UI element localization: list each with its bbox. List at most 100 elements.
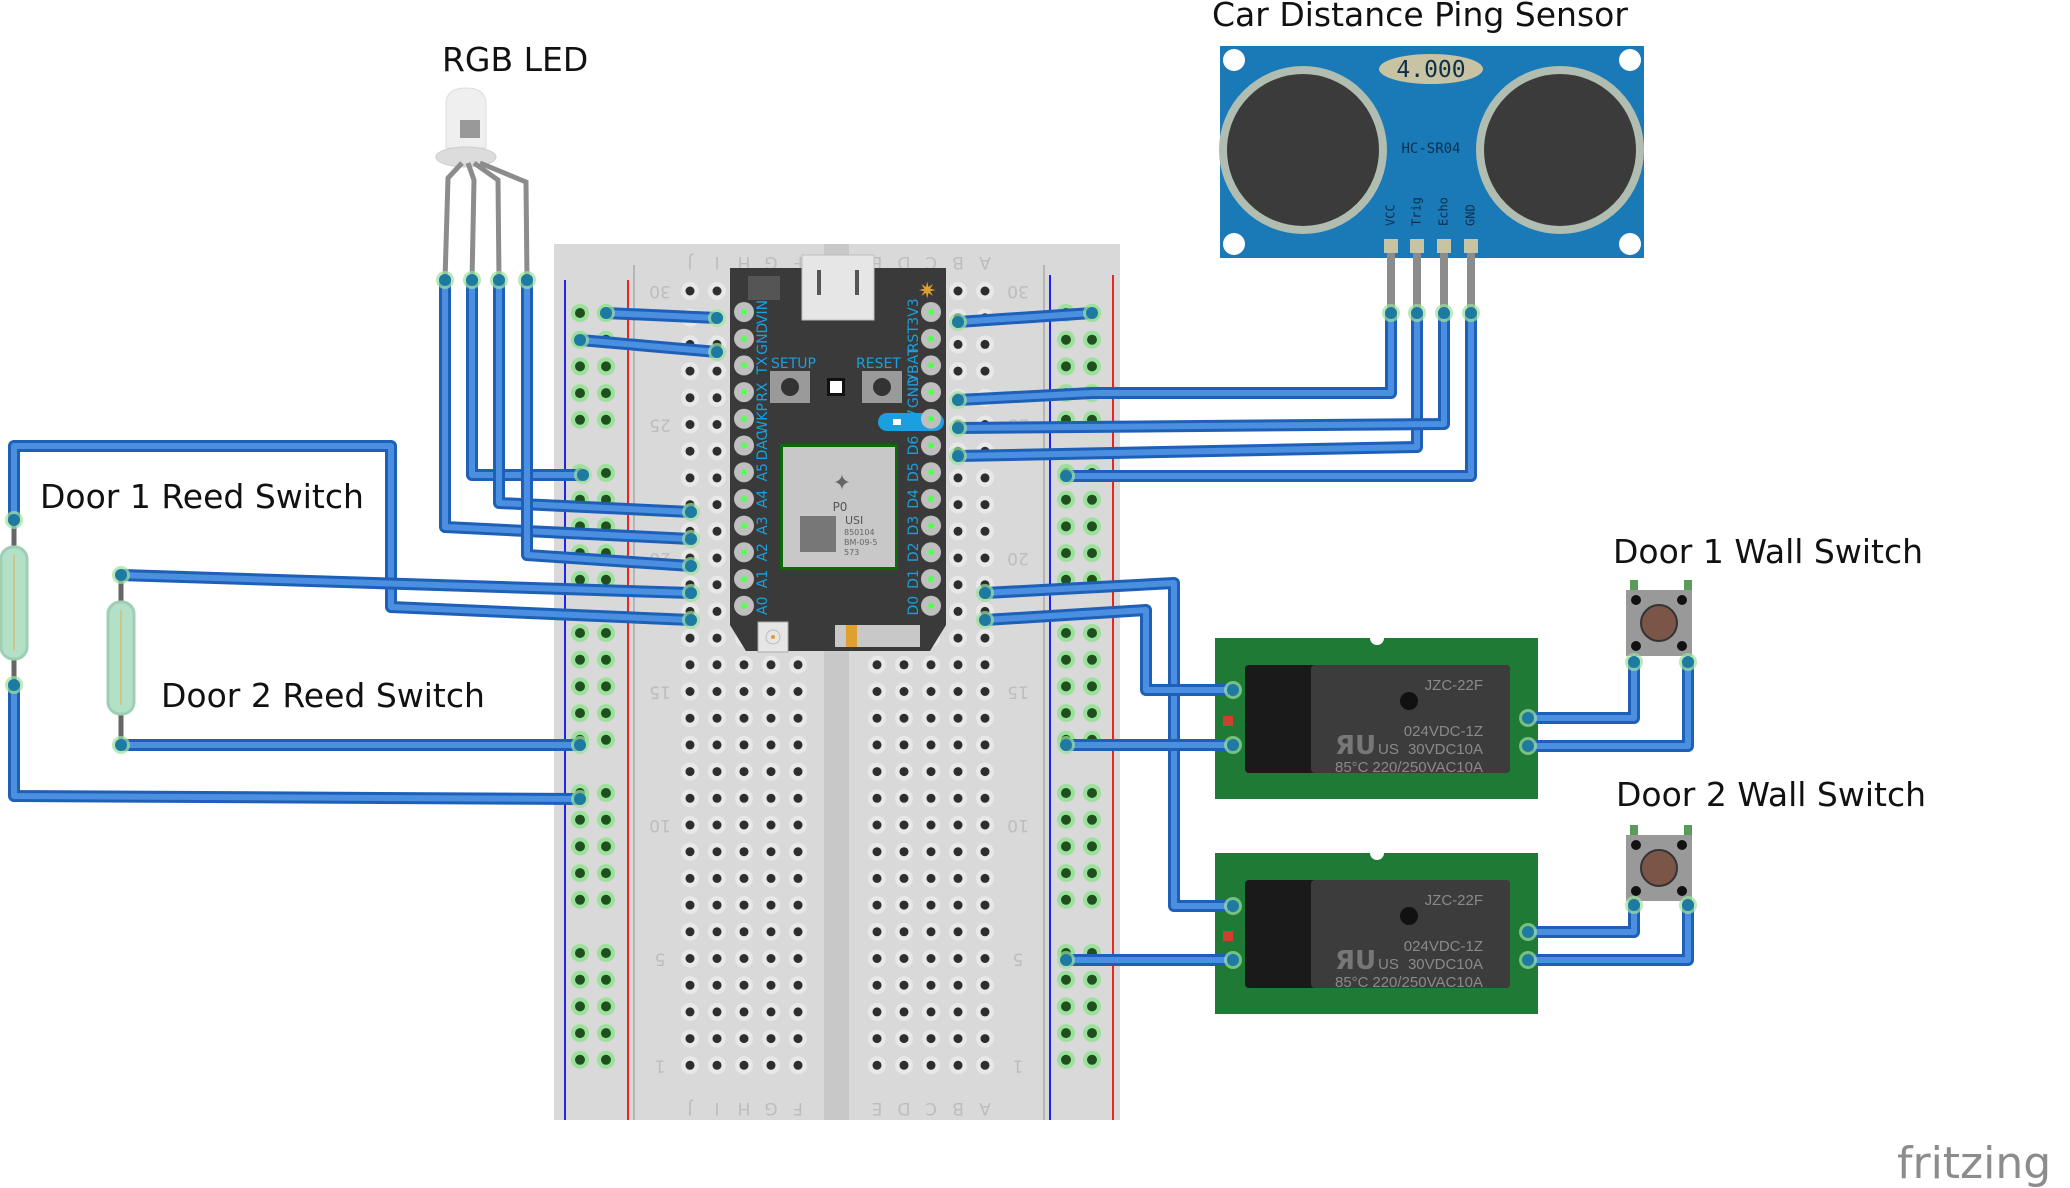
sensor-label: Car Distance Ping Sensor	[1212, 0, 1628, 34]
pin-label: D4	[906, 489, 922, 509]
pin-label: D0	[906, 596, 922, 616]
reed-switch-1	[0, 520, 29, 685]
transmitter-transducer	[1219, 66, 1387, 234]
wall-switch-1[interactable]	[1626, 580, 1692, 656]
relay-text: 30VDC10A	[1408, 741, 1483, 758]
pin-label: RX	[755, 382, 771, 402]
column-letter: I	[714, 1098, 719, 1118]
usb-connector	[801, 254, 875, 321]
reed2-label: Door 2 Reed Switch	[161, 676, 485, 715]
button-screw	[1677, 886, 1687, 896]
fritzing-logo: fritzing	[1897, 1138, 2051, 1188]
pin-label: 3V3	[906, 298, 922, 325]
pin-label: TX	[755, 356, 771, 376]
led-leg	[472, 160, 502, 281]
button-screw	[1677, 595, 1687, 605]
reed1-label: Door 1 Reed Switch	[40, 477, 364, 516]
column-letter: B	[952, 252, 964, 272]
led-die	[460, 120, 480, 138]
module-star-icon: ✦	[833, 471, 851, 496]
pin-label: D2	[906, 542, 922, 562]
relay-led	[1223, 931, 1233, 941]
wire	[1522, 656, 1694, 752]
module-brand: USI	[845, 514, 863, 527]
notch	[1370, 631, 1384, 645]
column-letter: H	[738, 1098, 751, 1118]
button-screw	[1631, 595, 1641, 605]
sensor-pin-label: GND	[1464, 204, 1478, 226]
button-screw	[1677, 840, 1687, 850]
reed-switch-2	[106, 575, 136, 745]
pin-label: D1	[906, 569, 922, 589]
row-number: 30	[1007, 281, 1029, 301]
led-leg	[479, 160, 530, 281]
rgb-led	[435, 87, 530, 281]
row-number: 15	[1007, 682, 1029, 702]
led-label: RGB LED	[442, 40, 588, 79]
button-cap[interactable]	[1640, 849, 1678, 887]
column-letter: J	[687, 1098, 693, 1118]
mount-hole	[1223, 49, 1245, 71]
relay-text: 85°C	[1335, 974, 1369, 991]
ul-logo-icon: ЯU	[1335, 946, 1376, 976]
wall1-label: Door 1 Wall Switch	[1613, 532, 1923, 571]
setup-label: SETUP	[771, 356, 816, 372]
wire	[1522, 899, 1640, 938]
chip	[748, 276, 780, 300]
pin-label: D7	[906, 409, 922, 429]
relay-module-2: JZC-22F 024VDC-1Z30VDC10A220/250VAC10A85°…	[1215, 846, 1538, 1014]
column-letter: C	[925, 1098, 937, 1118]
pin-label: DAC	[755, 430, 771, 460]
pin-label: GND	[906, 376, 922, 408]
row-number: 10	[1007, 815, 1029, 835]
button-screw	[1631, 641, 1641, 651]
sensor-pin-pad	[1437, 239, 1451, 253]
particle-photon: ✷ SETUP RESET ✦ P0 USI 850104 BM-09-5 57…	[730, 254, 946, 653]
relay-text: JZC-22F	[1425, 677, 1483, 694]
button-cap[interactable]	[1640, 604, 1678, 642]
receiver-transducer	[1476, 66, 1644, 234]
relay-text: JZC-22F	[1425, 892, 1483, 909]
column-letter: J	[687, 252, 693, 272]
relay-text: US	[1378, 741, 1399, 758]
wall-switch-2[interactable]	[1626, 825, 1692, 901]
relay-text: US	[1378, 956, 1399, 973]
column-letter: A	[979, 252, 991, 272]
row-number: 10	[649, 815, 671, 835]
relay-text: 30VDC10A	[1408, 956, 1483, 973]
column-letter: E	[872, 1098, 883, 1118]
button-screw	[1631, 886, 1641, 896]
svg-text:BM-09-5: BM-09-5	[844, 538, 877, 547]
ultrasonic-sensor: 4.000 HC-SR04 VCC Trig Echo GND	[1219, 46, 1644, 313]
button-screw	[1677, 641, 1687, 651]
led-dome	[445, 87, 487, 149]
pin-label: A1	[755, 570, 771, 588]
column-letter: I	[714, 252, 719, 272]
pin-label: D3	[906, 516, 922, 536]
pin-label: WKP	[755, 403, 771, 434]
wall2-label: Door 2 Wall Switch	[1616, 775, 1926, 814]
ul-logo-icon: ЯU	[1335, 731, 1376, 761]
relay-text: 220/250VAC10A	[1372, 974, 1483, 991]
pin-label: GND	[755, 323, 771, 355]
column-letter: D	[897, 1098, 910, 1118]
pin-label: A0	[755, 596, 771, 614]
relay-text: 85°C	[1335, 759, 1369, 776]
row-number: 5	[1013, 949, 1024, 969]
notch	[1370, 846, 1384, 860]
mount-hole	[1223, 233, 1245, 255]
column-letter: B	[952, 1098, 964, 1118]
svg-text:850104: 850104	[844, 528, 875, 537]
module-name: P0	[833, 500, 848, 514]
circuit-canvas: 30 3025 2520 2015 1510 105 51 1JJIIHHGGFFEEDDCC…	[0, 0, 2051, 1188]
pin-label: A5	[755, 463, 771, 481]
row-number: 1	[1013, 1055, 1024, 1075]
column-letter: G	[764, 1098, 777, 1118]
pin-label: D5	[906, 462, 922, 482]
sensor-display-value: 4.000	[1396, 57, 1465, 83]
sensor-pin-pad	[1384, 239, 1398, 253]
wire	[1522, 656, 1640, 724]
sensor-model: HC-SR04	[1401, 141, 1460, 157]
pin-label: A3	[755, 516, 771, 534]
led-leg	[465, 162, 477, 281]
